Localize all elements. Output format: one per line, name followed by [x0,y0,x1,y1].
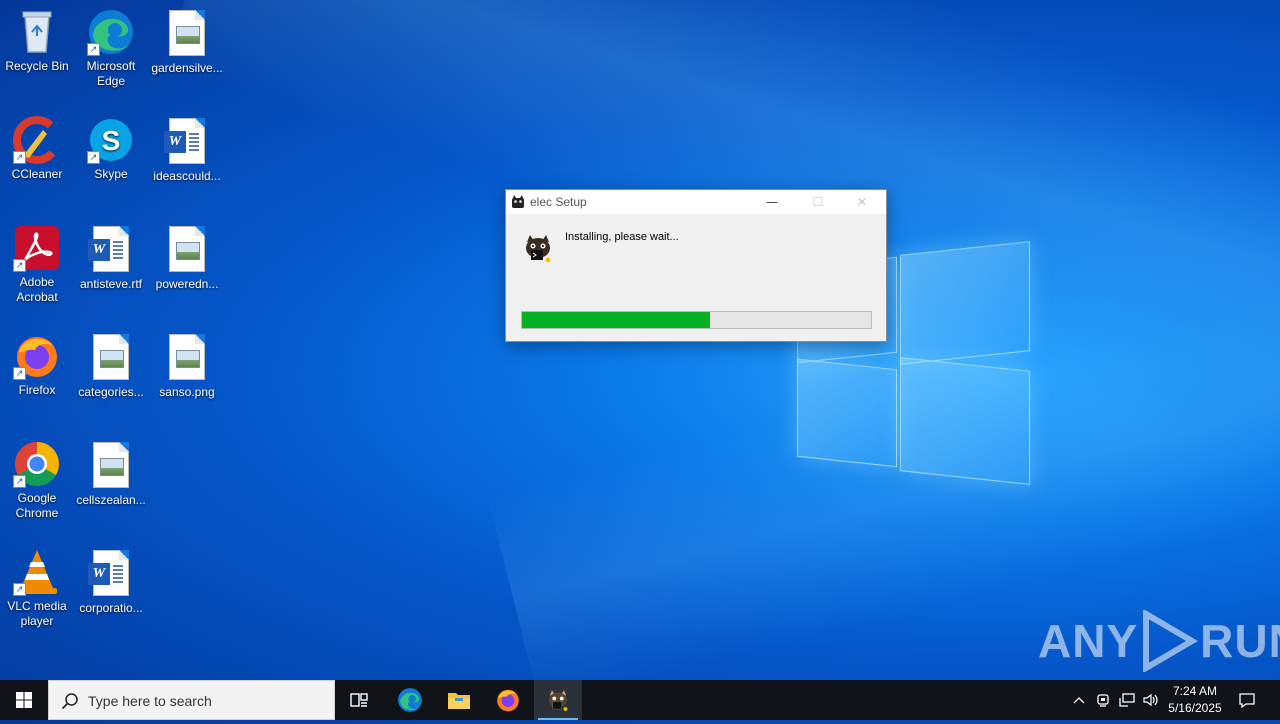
word-document-icon: W [163,118,211,166]
maximize-button: ☐ [812,195,824,209]
firefox-icon: ↗ [13,332,61,380]
show-hidden-icons-button[interactable] [1068,680,1090,720]
image-file-icon [163,226,211,274]
icon-label: poweredn... [155,277,219,291]
desktop-icon-vlc[interactable]: ↗ VLC media player [0,548,74,629]
image-file-icon [87,442,135,490]
notification-icon [1239,693,1255,709]
desktop-icon-adobe-acrobat[interactable]: ↗ Adobe Acrobat [0,224,74,305]
taskbar-search-box[interactable]: Type here to search [48,680,335,720]
taskbar-elec-setup[interactable] [534,680,582,720]
desktop-icon-recycle-bin[interactable]: Recycle Bin [0,8,74,74]
desktop-icon-sanso-png[interactable]: sanso.png [150,332,224,400]
start-button[interactable] [0,680,48,720]
watermark-text-left: ANY [1038,615,1139,667]
image-file-icon [163,334,211,382]
desktop-icon-categories[interactable]: categories... [74,332,148,400]
task-view-button[interactable] [335,680,383,720]
desktop-icon-ccleaner[interactable]: ↗ CCleaner [0,116,74,182]
vlc-icon: ↗ [13,548,61,596]
chevron-up-icon [1073,697,1085,704]
setup-dialog: elec Setup — ☐ ✕ Installing, please wait… [505,189,887,342]
task-view-icon [350,693,368,707]
ccleaner-icon: ↗ [13,116,61,164]
desktop-icon-ideascould[interactable]: W ideascould... [150,116,224,184]
elec-setup-icon [512,195,524,208]
installer-mascot-icon [526,235,551,263]
firefox-icon [497,689,519,712]
desktop-icon-antisteve-rtf[interactable]: W antisteve.rtf [74,224,148,292]
icon-label: gardensilve... [151,61,223,75]
dialog-title: elec Setup [530,195,587,209]
icon-label: corporatio... [79,601,143,615]
network-icon [1119,693,1135,707]
skype-icon: S ↗ [87,116,135,164]
install-progress-bar [521,311,872,329]
edge-icon [398,688,422,712]
elec-setup-icon [549,690,568,711]
svg-text:S: S [102,125,121,156]
minimize-button[interactable]: — [749,190,795,214]
desktop-icon-poweredn[interactable]: poweredn... [150,224,224,292]
clock-date: 5/16/2025 [1168,701,1222,715]
word-document-icon: W [87,550,135,598]
taskbar: Type here to search 7:24 AM 5/16/2025 [0,680,1280,720]
icon-label: cellszealan... [76,493,146,507]
taskbar-firefox[interactable] [484,680,532,720]
image-file-icon [87,334,135,382]
image-file-icon [163,10,211,58]
icon-label: categories... [78,385,144,399]
desktop-icon-firefox[interactable]: ↗ Firefox [0,332,74,398]
desktop-icon-skype[interactable]: S ↗ Skype [74,116,148,182]
tray-network-button[interactable] [1116,680,1138,720]
taskbar-file-explorer[interactable] [435,680,483,720]
acrobat-icon: ↗ [13,224,61,272]
icon-label: antisteve.rtf [79,277,143,291]
watermark-text-right: RUN [1200,615,1280,667]
volume-icon [1143,693,1158,707]
windows-start-icon [16,692,32,708]
tray-volume-button[interactable] [1140,680,1162,720]
desktop-icon-cellszealan[interactable]: cellszealan... [74,440,148,508]
desktop-icon-microsoft-edge[interactable]: ↗ Microsoft Edge [74,8,148,89]
icon-label: Google Chrome [15,491,59,520]
icon-label: Adobe Acrobat [16,275,58,304]
search-icon [61,693,78,710]
desktop-icon-google-chrome[interactable]: ↗ Google Chrome [0,440,74,521]
file-explorer-icon [448,693,470,709]
close-button: ✕ [856,195,868,209]
play-triangle-icon [1143,610,1199,672]
icon-label: ideascould... [153,169,221,183]
desktop-icon-corporatio[interactable]: W corporatio... [74,548,148,616]
anyrun-watermark: ANY RUN [1038,608,1280,674]
taskbar-clock[interactable]: 7:24 AM 5/16/2025 [1163,683,1227,717]
desktop-icon-gardensilve[interactable]: gardensilve... [150,8,224,76]
dialog-titlebar[interactable]: elec Setup — ☐ ✕ [506,190,886,214]
word-document-icon: W [87,226,135,274]
icon-label: Microsoft Edge [86,59,136,88]
recycle-bin-icon [13,8,61,56]
icon-label: Skype [94,167,128,181]
install-status-text: Installing, please wait... [565,231,679,243]
icon-label: sanso.png [159,385,215,399]
chrome-icon: ↗ [13,440,61,488]
progress-fill [522,312,711,328]
icon-label: CCleaner [11,167,63,181]
icon-label: Firefox [18,383,56,397]
clock-time: 7:24 AM [1172,684,1218,698]
edge-icon: ↗ [87,8,135,56]
icon-label: Recycle Bin [5,59,69,73]
taskbar-edge[interactable] [386,680,434,720]
icon-label: VLC media player [7,599,67,628]
action-center-button[interactable] [1232,680,1262,720]
tray-device-button[interactable] [1092,680,1114,720]
search-placeholder: Type here to search [88,693,212,709]
device-icon [1097,694,1109,707]
